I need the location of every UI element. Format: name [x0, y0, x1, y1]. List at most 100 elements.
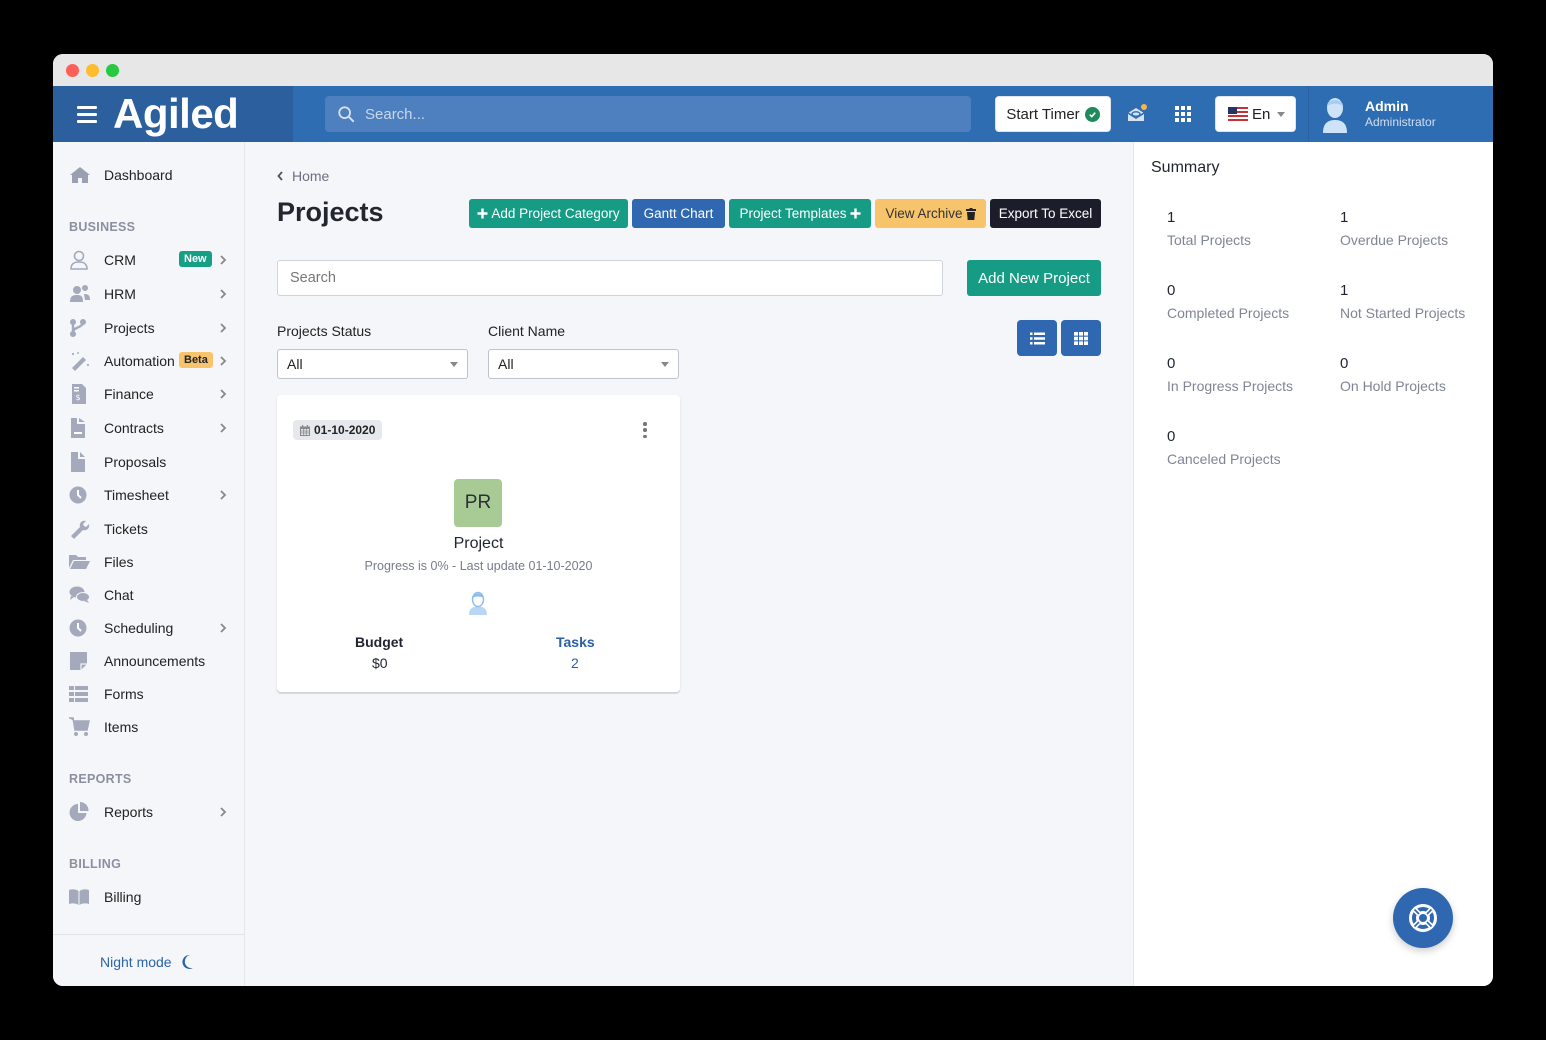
language-selector[interactable]: En: [1215, 96, 1296, 132]
sidebar-item-finance[interactable]: $ Finance: [53, 379, 244, 409]
sidebar: Dashboard BUSINESS CRM New HRM Projects …: [53, 142, 245, 986]
sidebar-item-hrm[interactable]: HRM: [53, 279, 244, 309]
minimize-window-button[interactable]: [86, 64, 99, 77]
user-avatar-icon[interactable]: [1319, 95, 1351, 133]
menu-toggle-icon[interactable]: [77, 106, 97, 123]
sidebar-item-announcements[interactable]: Announcements: [53, 646, 244, 676]
section-title-business: BUSINESS: [69, 220, 136, 234]
tasks-label[interactable]: Tasks: [556, 634, 595, 650]
beta-badge: Beta: [179, 352, 213, 368]
global-search-input[interactable]: [365, 96, 955, 132]
sidebar-item-proposals[interactable]: Proposals: [53, 447, 244, 477]
start-timer-button[interactable]: Start Timer: [995, 96, 1111, 132]
app-window: Agiled Start Timer En Admin Adm: [53, 54, 1493, 986]
language-label: En: [1252, 105, 1271, 123]
summary-on-hold-projects: 0 On Hold Projects: [1340, 355, 1446, 394]
night-mode-toggle[interactable]: Night mode: [100, 954, 194, 970]
client-name-select[interactable]: All: [488, 349, 679, 379]
sidebar-item-projects[interactable]: Projects: [53, 313, 244, 343]
gantt-chart-label: Gantt Chart: [643, 206, 714, 221]
magic-wand-icon: [72, 352, 89, 371]
export-to-excel-button[interactable]: Export To Excel: [990, 199, 1101, 228]
chevron-right-icon: [220, 490, 227, 500]
summary-value: 0: [1167, 355, 1176, 372]
summary-label: Canceled Projects: [1167, 451, 1281, 467]
summary-in-progress-projects: 0 In Progress Projects: [1167, 355, 1293, 394]
sidebar-item-automation[interactable]: Automation Beta: [53, 346, 244, 376]
contract-icon: [71, 418, 85, 438]
chevron-right-icon: [220, 389, 227, 399]
envelope-open-notification-icon[interactable]: [1126, 103, 1148, 125]
brand-logo[interactable]: Agiled: [113, 90, 239, 138]
projects-status-select[interactable]: All: [277, 349, 468, 379]
svg-text:$: $: [76, 393, 81, 402]
sidebar-item-billing[interactable]: Billing: [53, 882, 244, 912]
plus-icon: [850, 208, 861, 219]
user-name[interactable]: Admin: [1365, 98, 1409, 114]
night-mode-label: Night mode: [100, 954, 172, 970]
summary-value: 1: [1340, 282, 1349, 299]
add-new-project-button[interactable]: Add New Project: [967, 260, 1101, 296]
comments-icon: [69, 586, 90, 603]
cart-icon: [69, 717, 90, 736]
sidebar-item-label: Finance: [104, 386, 154, 402]
project-templates-button[interactable]: Project Templates: [729, 199, 871, 228]
sidebar-item-label: Tickets: [104, 521, 148, 537]
apps-grid-icon[interactable]: [1175, 106, 1191, 122]
sidebar-item-items[interactable]: Items: [53, 712, 244, 742]
sidebar-item-forms[interactable]: Forms: [53, 679, 244, 709]
sidebar-item-timesheet[interactable]: Timesheet: [53, 480, 244, 510]
sidebar-item-label: CRM: [104, 252, 136, 268]
summary-label: Completed Projects: [1167, 305, 1290, 321]
chevron-right-icon: [220, 807, 227, 817]
sidebar-item-chat[interactable]: Chat: [53, 580, 244, 610]
chevron-left-icon: [277, 171, 283, 181]
sidebar-item-label: Items: [104, 719, 139, 735]
sidebar-item-dashboard[interactable]: Dashboard: [53, 160, 244, 190]
life-ring-icon: [1409, 904, 1437, 932]
project-progress-text: Progress is 0% - Last update 01-10-2020: [364, 559, 593, 573]
grid-view-button[interactable]: [1061, 320, 1101, 356]
summary-label: Total Projects: [1167, 232, 1252, 248]
sidebar-item-contracts[interactable]: Contracts: [53, 413, 244, 443]
sidebar-item-tickets[interactable]: Tickets: [53, 514, 244, 544]
budget-value: $0: [372, 655, 388, 671]
sidebar-item-files[interactable]: Files: [53, 547, 244, 577]
sidebar-item-reports[interactable]: Reports: [53, 797, 244, 827]
check-circle-icon: [1084, 106, 1100, 122]
view-archive-button[interactable]: View Archive: [875, 199, 986, 228]
summary-value: 1: [1167, 209, 1176, 226]
sidebar-item-label: Timesheet: [104, 487, 169, 503]
client-name-value: All: [498, 356, 514, 372]
sidebar-item-scheduling[interactable]: Scheduling: [53, 613, 244, 643]
global-search: [325, 96, 971, 132]
summary-total-projects: 1 Total Projects: [1167, 209, 1251, 248]
help-support-button[interactable]: [1393, 888, 1453, 948]
list-view-button[interactable]: [1017, 320, 1057, 356]
close-window-button[interactable]: [66, 64, 79, 77]
maximize-window-button[interactable]: [106, 64, 119, 77]
tasks-value[interactable]: 2: [571, 655, 579, 671]
sidebar-item-crm[interactable]: CRM New: [53, 245, 244, 275]
sidebar-divider: [53, 934, 244, 935]
member-avatar-icon[interactable]: [467, 591, 489, 615]
grid-view-icon: [1074, 331, 1088, 345]
sidebar-item-label: Files: [104, 554, 134, 570]
sidebar-item-label: Billing: [104, 889, 142, 905]
summary-not-started-projects: 1 Not Started Projects: [1340, 282, 1465, 321]
caret-down-icon: [661, 362, 669, 367]
chevron-right-icon: [220, 623, 227, 633]
chevron-right-icon: [220, 356, 227, 366]
gantt-chart-button[interactable]: Gantt Chart: [632, 199, 725, 228]
more-options-icon[interactable]: [641, 422, 649, 438]
project-name[interactable]: Project: [277, 535, 680, 553]
section-title-reports: REPORTS: [69, 772, 132, 786]
project-card[interactable]: 01-10-2020 PR Project Progress is 0% - L…: [277, 395, 680, 692]
project-search-input[interactable]: [277, 260, 943, 296]
main-content: Home Projects Add Project Category Gantt…: [245, 142, 1133, 986]
breadcrumb-home-link[interactable]: Home: [277, 168, 329, 184]
summary-completed-projects: 0 Completed Projects: [1167, 282, 1289, 321]
projects-status-value: All: [287, 356, 303, 372]
topbar-divider: [1308, 86, 1309, 142]
add-project-category-button[interactable]: Add Project Category: [469, 199, 628, 228]
